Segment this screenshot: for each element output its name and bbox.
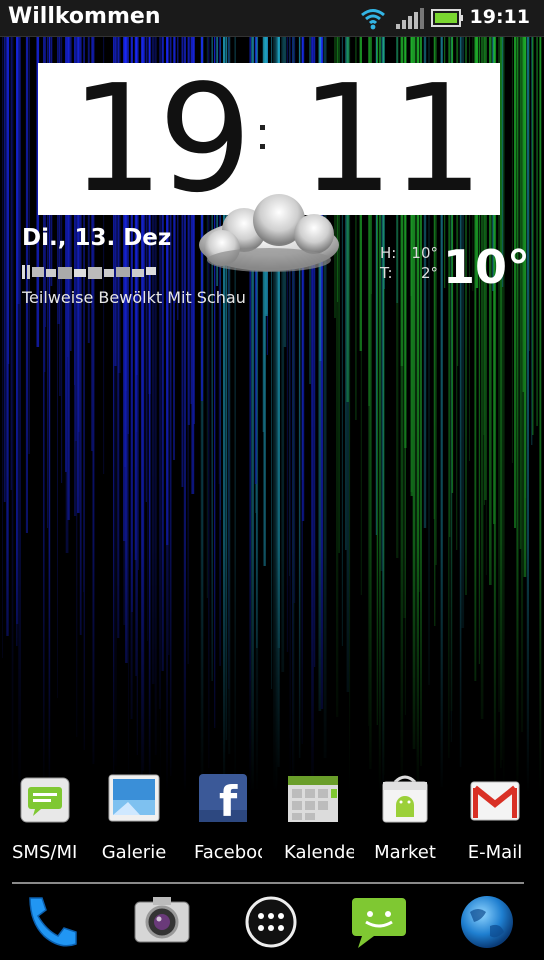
- app-label-market: Market: [374, 842, 436, 863]
- gallery-icon: [108, 774, 160, 822]
- dock-camera[interactable]: [131, 892, 193, 952]
- weather-high-value: 10°: [411, 244, 438, 262]
- weather-date: Di., 13. Dez: [22, 225, 172, 251]
- status-title: Willkommen: [8, 4, 161, 29]
- dock-app-drawer[interactable]: [240, 892, 302, 952]
- wifi-icon: [361, 9, 385, 30]
- camera-icon: [134, 897, 190, 943]
- weather-current-temp: 10°: [443, 240, 531, 294]
- app-label-facebook: Facebook: [194, 842, 262, 863]
- signal-icon: [396, 8, 424, 29]
- app-label-galerie: Galerie: [101, 842, 167, 863]
- phone-icon: [29, 897, 77, 947]
- app-sms[interactable]: SMS/MI: [0, 772, 90, 864]
- weather-condition: Teilweise Bewölkt Mit Schau: [22, 288, 246, 307]
- weather-low-label: T:: [380, 264, 393, 282]
- facebook-icon: f: [199, 774, 247, 826]
- cloud-icon: [199, 194, 339, 272]
- app-facebook[interactable]: f Facebook: [178, 772, 268, 864]
- weather-high: H: 10°: [380, 244, 438, 262]
- dock-divider: [12, 882, 524, 884]
- status-icons: [361, 8, 463, 30]
- svg-text:f: f: [219, 777, 238, 826]
- battery-icon: [431, 9, 463, 27]
- app-kalender[interactable]: Kalender: [268, 772, 358, 864]
- clock-minute-ones: 1: [390, 53, 485, 225]
- messaging-icon: [352, 898, 406, 948]
- app-galerie[interactable]: Galerie: [89, 772, 179, 864]
- app-label-email: E-Mail: [467, 842, 523, 863]
- email-icon: [470, 781, 520, 821]
- app-email[interactable]: E-Mail: [450, 772, 540, 864]
- app-market[interactable]: Market: [360, 772, 450, 864]
- weather-low: T: 2°: [380, 264, 438, 282]
- status-bar[interactable]: Willkommen 19:11: [0, 0, 544, 37]
- app-label-kalender: Kalender: [284, 842, 354, 863]
- weather-high-label: H:: [380, 244, 397, 262]
- status-clock: 19:11: [469, 6, 530, 28]
- dock-phone[interactable]: [20, 892, 82, 952]
- sms-icon: [20, 777, 70, 823]
- browser-icon: [461, 896, 513, 948]
- dock-messaging[interactable]: [348, 892, 410, 952]
- location-redacted: [22, 265, 156, 279]
- calendar-icon: [288, 776, 338, 822]
- dock-browser[interactable]: [456, 892, 518, 952]
- market-icon: [382, 775, 428, 823]
- weather-low-value: 2°: [420, 264, 438, 282]
- clock-colon: [260, 125, 266, 155]
- clock-hour-tens: 1: [70, 53, 165, 225]
- app-label-sms: SMS/MI: [12, 842, 78, 863]
- app-drawer-icon: [245, 896, 297, 948]
